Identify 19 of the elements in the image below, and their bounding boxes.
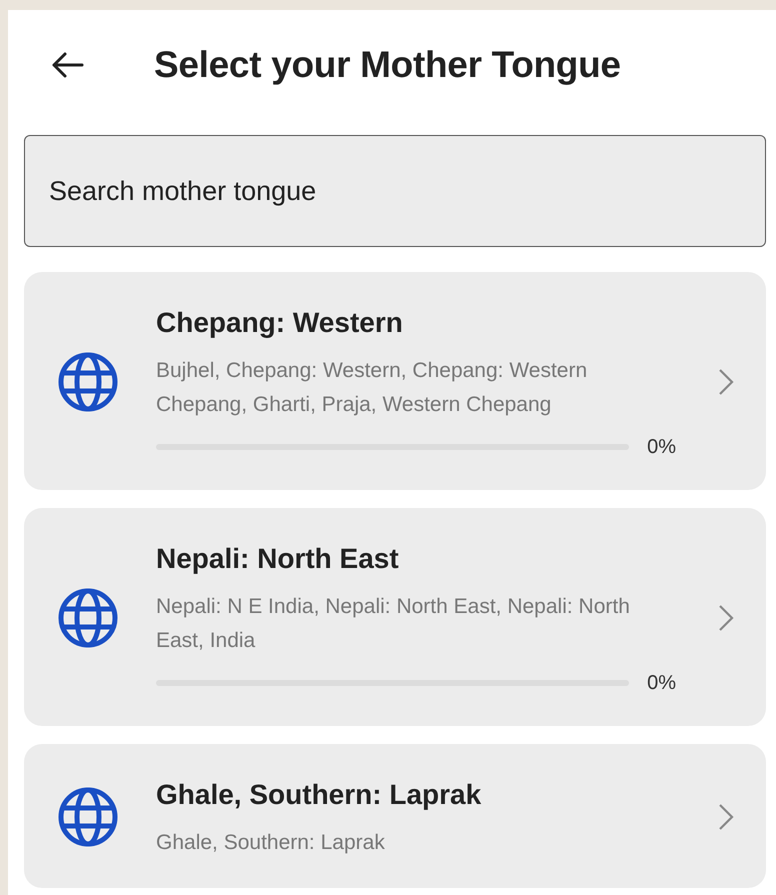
globe-icon	[58, 787, 118, 847]
chevron-right-icon	[716, 802, 736, 832]
chevron-right-icon	[716, 603, 736, 633]
language-card[interactable]: Chepang: Western Bujhel, Chepang: Western, Chepang: Western Chepang, Gharti, Praja, Western Chepang 0%	[24, 272, 766, 490]
language-name: Chepang: Western	[156, 306, 404, 340]
chevron-right-icon	[716, 367, 736, 397]
language-aliases: Ghale, Southern: Laprak	[156, 830, 386, 856]
progress-percent: 0%	[647, 435, 676, 460]
language-card[interactable]: Nepali: North East Nepali: N E India, Nepali: North East, Nepali: North East, India 0%	[24, 508, 766, 726]
language-name: Ghale, Southern: Laprak	[156, 778, 482, 812]
language-card[interactable]: Ghale, Southern: Laprak Ghale, Southern: Laprak	[24, 744, 766, 888]
progress-percent: 0%	[647, 671, 676, 696]
search-field[interactable]: Search mother tongue	[24, 135, 766, 247]
page-title: Select your Mother Tongue	[154, 43, 621, 88]
globe-icon	[58, 352, 118, 412]
language-aliases: Nepali: N E India, Nepali: North East, Nepali: North East, India	[156, 594, 631, 654]
language-aliases: Bujhel, Chepang: Western, Chepang: Western Chepang, Gharti, Praja, Western Chepang	[156, 358, 588, 418]
language-name: Nepali: North East	[156, 542, 400, 576]
globe-icon	[58, 588, 118, 648]
